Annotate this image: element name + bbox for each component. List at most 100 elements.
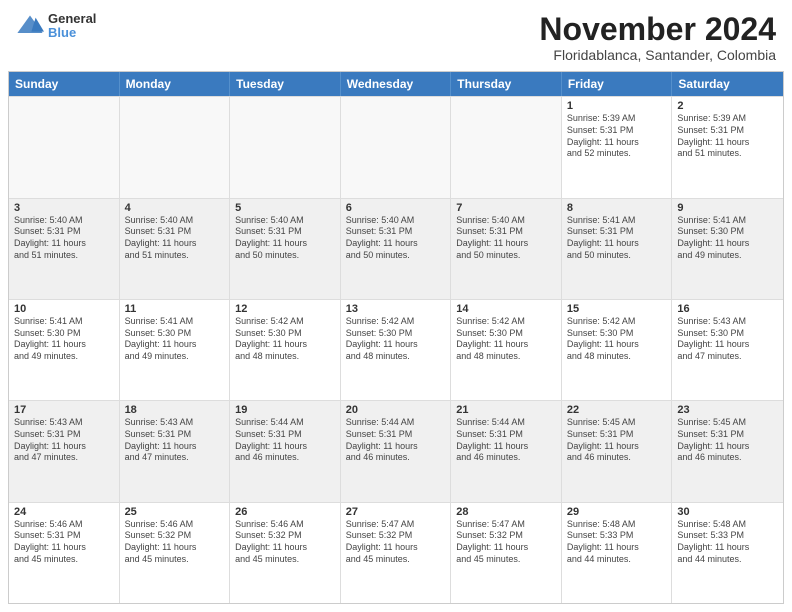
cal-cell [9, 97, 120, 197]
cal-cell: 10Sunrise: 5:41 AM Sunset: 5:30 PM Dayli… [9, 300, 120, 400]
cal-cell: 22Sunrise: 5:45 AM Sunset: 5:31 PM Dayli… [562, 401, 673, 501]
day-number: 19 [235, 404, 335, 416]
day-number: 20 [346, 404, 446, 416]
day-info: Sunrise: 5:46 AM Sunset: 5:32 PM Dayligh… [125, 519, 225, 566]
cal-cell: 29Sunrise: 5:48 AM Sunset: 5:33 PM Dayli… [562, 503, 673, 603]
cal-cell: 23Sunrise: 5:45 AM Sunset: 5:31 PM Dayli… [672, 401, 783, 501]
day-number: 23 [677, 404, 778, 416]
day-info: Sunrise: 5:43 AM Sunset: 5:30 PM Dayligh… [677, 316, 778, 363]
month-title: November 2024 [539, 12, 776, 47]
logo-icon [16, 12, 44, 40]
cal-cell: 7Sunrise: 5:40 AM Sunset: 5:31 PM Daylig… [451, 199, 562, 299]
calendar-header: SundayMondayTuesdayWednesdayThursdayFrid… [9, 72, 783, 96]
day-number: 7 [456, 202, 556, 214]
page-container: General Blue November 2024 Floridablanca… [0, 0, 792, 612]
day-number: 26 [235, 506, 335, 518]
header-thursday: Thursday [451, 72, 562, 96]
logo-general: General [48, 12, 96, 26]
cal-cell [120, 97, 231, 197]
logo-blue: Blue [48, 26, 96, 40]
cal-cell [341, 97, 452, 197]
header-friday: Friday [562, 72, 673, 96]
day-number: 9 [677, 202, 778, 214]
day-info: Sunrise: 5:46 AM Sunset: 5:32 PM Dayligh… [235, 519, 335, 566]
day-info: Sunrise: 5:44 AM Sunset: 5:31 PM Dayligh… [235, 417, 335, 464]
day-number: 8 [567, 202, 667, 214]
header-monday: Monday [120, 72, 231, 96]
cal-cell: 13Sunrise: 5:42 AM Sunset: 5:30 PM Dayli… [341, 300, 452, 400]
day-number: 25 [125, 506, 225, 518]
day-info: Sunrise: 5:47 AM Sunset: 5:32 PM Dayligh… [456, 519, 556, 566]
day-info: Sunrise: 5:45 AM Sunset: 5:31 PM Dayligh… [567, 417, 667, 464]
day-info: Sunrise: 5:42 AM Sunset: 5:30 PM Dayligh… [346, 316, 446, 363]
cal-row-2: 10Sunrise: 5:41 AM Sunset: 5:30 PM Dayli… [9, 299, 783, 400]
day-info: Sunrise: 5:41 AM Sunset: 5:30 PM Dayligh… [125, 316, 225, 363]
cal-row-0: 1Sunrise: 5:39 AM Sunset: 5:31 PM Daylig… [9, 96, 783, 197]
day-number: 28 [456, 506, 556, 518]
cal-cell: 9Sunrise: 5:41 AM Sunset: 5:30 PM Daylig… [672, 199, 783, 299]
day-number: 15 [567, 303, 667, 315]
cal-cell: 1Sunrise: 5:39 AM Sunset: 5:31 PM Daylig… [562, 97, 673, 197]
cal-cell [230, 97, 341, 197]
day-number: 12 [235, 303, 335, 315]
cal-row-3: 17Sunrise: 5:43 AM Sunset: 5:31 PM Dayli… [9, 400, 783, 501]
day-number: 4 [125, 202, 225, 214]
day-info: Sunrise: 5:45 AM Sunset: 5:31 PM Dayligh… [677, 417, 778, 464]
cal-cell: 12Sunrise: 5:42 AM Sunset: 5:30 PM Dayli… [230, 300, 341, 400]
day-number: 10 [14, 303, 114, 315]
day-number: 29 [567, 506, 667, 518]
title-area: November 2024 Floridablanca, Santander, … [539, 12, 776, 63]
header: General Blue November 2024 Floridablanca… [0, 0, 792, 71]
header-wednesday: Wednesday [341, 72, 452, 96]
day-number: 16 [677, 303, 778, 315]
cal-cell: 25Sunrise: 5:46 AM Sunset: 5:32 PM Dayli… [120, 503, 231, 603]
day-info: Sunrise: 5:44 AM Sunset: 5:31 PM Dayligh… [456, 417, 556, 464]
cal-cell: 4Sunrise: 5:40 AM Sunset: 5:31 PM Daylig… [120, 199, 231, 299]
day-info: Sunrise: 5:48 AM Sunset: 5:33 PM Dayligh… [677, 519, 778, 566]
day-info: Sunrise: 5:39 AM Sunset: 5:31 PM Dayligh… [567, 113, 667, 160]
day-number: 6 [346, 202, 446, 214]
cal-cell: 14Sunrise: 5:42 AM Sunset: 5:30 PM Dayli… [451, 300, 562, 400]
cal-cell [451, 97, 562, 197]
day-number: 2 [677, 100, 778, 112]
cal-cell: 8Sunrise: 5:41 AM Sunset: 5:31 PM Daylig… [562, 199, 673, 299]
logo-area: General Blue [16, 12, 96, 41]
cal-cell: 3Sunrise: 5:40 AM Sunset: 5:31 PM Daylig… [9, 199, 120, 299]
day-info: Sunrise: 5:44 AM Sunset: 5:31 PM Dayligh… [346, 417, 446, 464]
day-info: Sunrise: 5:42 AM Sunset: 5:30 PM Dayligh… [235, 316, 335, 363]
day-info: Sunrise: 5:48 AM Sunset: 5:33 PM Dayligh… [567, 519, 667, 566]
cal-cell: 18Sunrise: 5:43 AM Sunset: 5:31 PM Dayli… [120, 401, 231, 501]
day-number: 5 [235, 202, 335, 214]
day-number: 27 [346, 506, 446, 518]
cal-cell: 11Sunrise: 5:41 AM Sunset: 5:30 PM Dayli… [120, 300, 231, 400]
cal-row-4: 24Sunrise: 5:46 AM Sunset: 5:31 PM Dayli… [9, 502, 783, 603]
cal-cell: 21Sunrise: 5:44 AM Sunset: 5:31 PM Dayli… [451, 401, 562, 501]
cal-cell: 19Sunrise: 5:44 AM Sunset: 5:31 PM Dayli… [230, 401, 341, 501]
day-number: 14 [456, 303, 556, 315]
day-info: Sunrise: 5:46 AM Sunset: 5:31 PM Dayligh… [14, 519, 114, 566]
day-number: 21 [456, 404, 556, 416]
day-info: Sunrise: 5:40 AM Sunset: 5:31 PM Dayligh… [125, 215, 225, 262]
cal-cell: 15Sunrise: 5:42 AM Sunset: 5:30 PM Dayli… [562, 300, 673, 400]
day-number: 22 [567, 404, 667, 416]
day-number: 18 [125, 404, 225, 416]
day-info: Sunrise: 5:43 AM Sunset: 5:31 PM Dayligh… [14, 417, 114, 464]
cal-cell: 24Sunrise: 5:46 AM Sunset: 5:31 PM Dayli… [9, 503, 120, 603]
cal-cell: 17Sunrise: 5:43 AM Sunset: 5:31 PM Dayli… [9, 401, 120, 501]
cal-cell: 16Sunrise: 5:43 AM Sunset: 5:30 PM Dayli… [672, 300, 783, 400]
cal-cell: 27Sunrise: 5:47 AM Sunset: 5:32 PM Dayli… [341, 503, 452, 603]
day-info: Sunrise: 5:41 AM Sunset: 5:30 PM Dayligh… [14, 316, 114, 363]
cal-cell: 2Sunrise: 5:39 AM Sunset: 5:31 PM Daylig… [672, 97, 783, 197]
cal-cell: 20Sunrise: 5:44 AM Sunset: 5:31 PM Dayli… [341, 401, 452, 501]
day-info: Sunrise: 5:41 AM Sunset: 5:30 PM Dayligh… [677, 215, 778, 262]
calendar-body: 1Sunrise: 5:39 AM Sunset: 5:31 PM Daylig… [9, 96, 783, 603]
cal-cell: 28Sunrise: 5:47 AM Sunset: 5:32 PM Dayli… [451, 503, 562, 603]
day-number: 13 [346, 303, 446, 315]
cal-cell: 6Sunrise: 5:40 AM Sunset: 5:31 PM Daylig… [341, 199, 452, 299]
cal-row-1: 3Sunrise: 5:40 AM Sunset: 5:31 PM Daylig… [9, 198, 783, 299]
day-info: Sunrise: 5:42 AM Sunset: 5:30 PM Dayligh… [567, 316, 667, 363]
cal-cell: 5Sunrise: 5:40 AM Sunset: 5:31 PM Daylig… [230, 199, 341, 299]
day-info: Sunrise: 5:40 AM Sunset: 5:31 PM Dayligh… [14, 215, 114, 262]
day-number: 11 [125, 303, 225, 315]
day-number: 30 [677, 506, 778, 518]
